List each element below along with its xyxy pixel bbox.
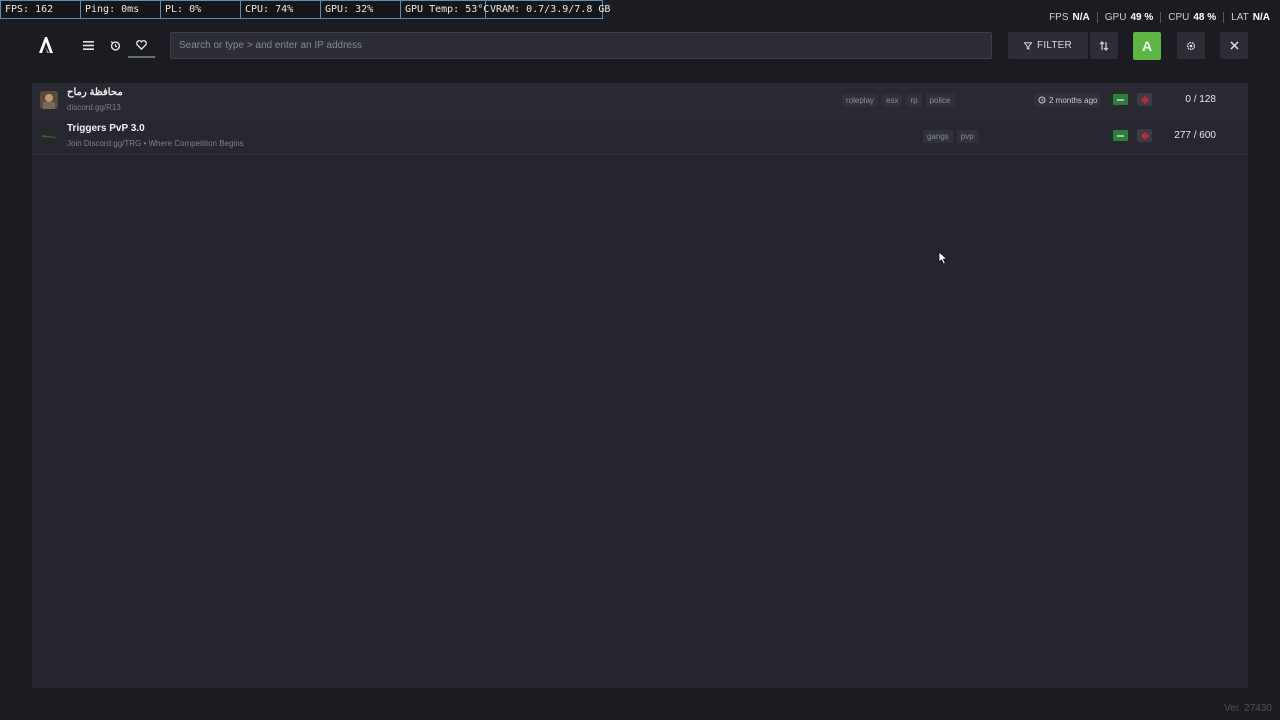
server-name: Triggers PvP 3.0 <box>67 123 145 134</box>
server-tag[interactable]: esx <box>882 94 903 107</box>
logo-icon <box>39 37 53 53</box>
country-flag-icon <box>1113 94 1128 105</box>
server-row[interactable]: Triggers PvP 3.0 Join Discord.gg/TRG • W… <box>32 119 1248 155</box>
stat-cpu-label: CPU <box>1168 12 1190 23</box>
close-icon <box>1229 41 1239 50</box>
stat-gpu: GPU 49 % <box>1098 12 1162 23</box>
player-count: 277 / 600 <box>1174 130 1216 141</box>
server-tag[interactable]: pvp <box>956 130 978 143</box>
server-description: Join Discord.gg/TRG • Where Competition … <box>67 139 244 148</box>
perf-cpu: CPU: 74% <box>241 1 321 18</box>
filter-button-label: FILTER <box>1037 40 1072 51</box>
stat-gpu-label: GPU <box>1104 12 1127 23</box>
server-icon <box>40 91 58 109</box>
avatar-letter: A <box>1141 38 1153 54</box>
active-tab-indicator <box>128 56 155 58</box>
sort-icon <box>1099 40 1109 51</box>
server-tags: gangs pvp <box>923 130 978 143</box>
player-count: 0 / 128 <box>1185 94 1216 105</box>
filter-button[interactable]: FILTER <box>1008 32 1088 59</box>
server-description: discord.gg/R13 <box>67 103 121 112</box>
stat-cpu-value: 48 % <box>1193 12 1217 23</box>
perf-vram: VRAM: 0.7/3.9/7.8 GB <box>490 4 611 15</box>
search-input[interactable] <box>179 40 983 51</box>
stat-lat: LAT N/A <box>1224 12 1270 23</box>
server-tag[interactable]: roleplay <box>842 94 879 107</box>
user-avatar-button[interactable]: A <box>1133 32 1161 60</box>
search-bar[interactable] <box>170 32 992 59</box>
app-logo[interactable] <box>36 35 56 55</box>
menu-icon <box>82 40 94 50</box>
favorite-toggle[interactable] <box>1137 93 1152 106</box>
favorite-toggle[interactable] <box>1137 129 1152 142</box>
country-flag-icon <box>1113 130 1128 141</box>
perf-gpu-temp: GPU Temp: 53°C <box>401 1 489 18</box>
filter-icon <box>1024 41 1033 50</box>
stat-gpu-value: 49 % <box>1130 12 1154 23</box>
menu-button[interactable] <box>80 37 96 53</box>
stat-fps-value: N/A <box>1072 12 1090 23</box>
history-icon <box>110 40 120 51</box>
stat-lat-label: LAT <box>1231 12 1249 23</box>
server-row[interactable]: محافظة رماح discord.gg/R13 roleplay esx … <box>32 83 1248 119</box>
mouse-cursor-icon <box>938 251 950 265</box>
sort-button[interactable] <box>1090 32 1118 59</box>
settings-icon <box>1186 41 1196 50</box>
history-button[interactable] <box>107 37 123 53</box>
perf-ping: Ping: 0ms <box>81 1 161 18</box>
heart-icon <box>135 40 147 50</box>
server-list: محافظة رماح discord.gg/R13 roleplay esx … <box>32 83 1248 688</box>
history-icon <box>1038 96 1046 104</box>
settings-button[interactable] <box>1177 32 1205 59</box>
perf-packet-loss: PL: 0% <box>161 1 241 18</box>
performance-overlay: FPS: 162 Ping: 0ms PL: 0% CPU: 74% GPU: … <box>0 0 611 19</box>
server-tags: roleplay esx rp police <box>842 94 955 107</box>
perf-gpu: GPU: 32% <box>321 1 401 18</box>
server-tag[interactable]: gangs <box>923 130 953 143</box>
stat-lat-value: N/A <box>1252 12 1270 23</box>
system-stats: FPS N/A GPU 49 % CPU 48 % LAT N/A <box>1042 12 1270 23</box>
stat-fps: FPS N/A <box>1042 12 1098 23</box>
server-tag[interactable]: police <box>925 94 955 107</box>
version-label: Ver. 27430 <box>1224 703 1272 714</box>
server-tag[interactable]: rp <box>906 94 922 107</box>
favorites-button[interactable] <box>133 37 149 53</box>
stat-fps-label: FPS <box>1049 12 1069 23</box>
last-seen-badge: 2 months ago <box>1034 93 1102 107</box>
stat-cpu: CPU 48 % <box>1161 12 1225 23</box>
perf-fps: FPS: 162 <box>1 1 81 18</box>
server-name: محافظة رماح <box>67 87 123 98</box>
server-icon <box>40 127 58 145</box>
close-button[interactable] <box>1220 32 1248 59</box>
last-seen-text: 2 months ago <box>1049 95 1098 105</box>
